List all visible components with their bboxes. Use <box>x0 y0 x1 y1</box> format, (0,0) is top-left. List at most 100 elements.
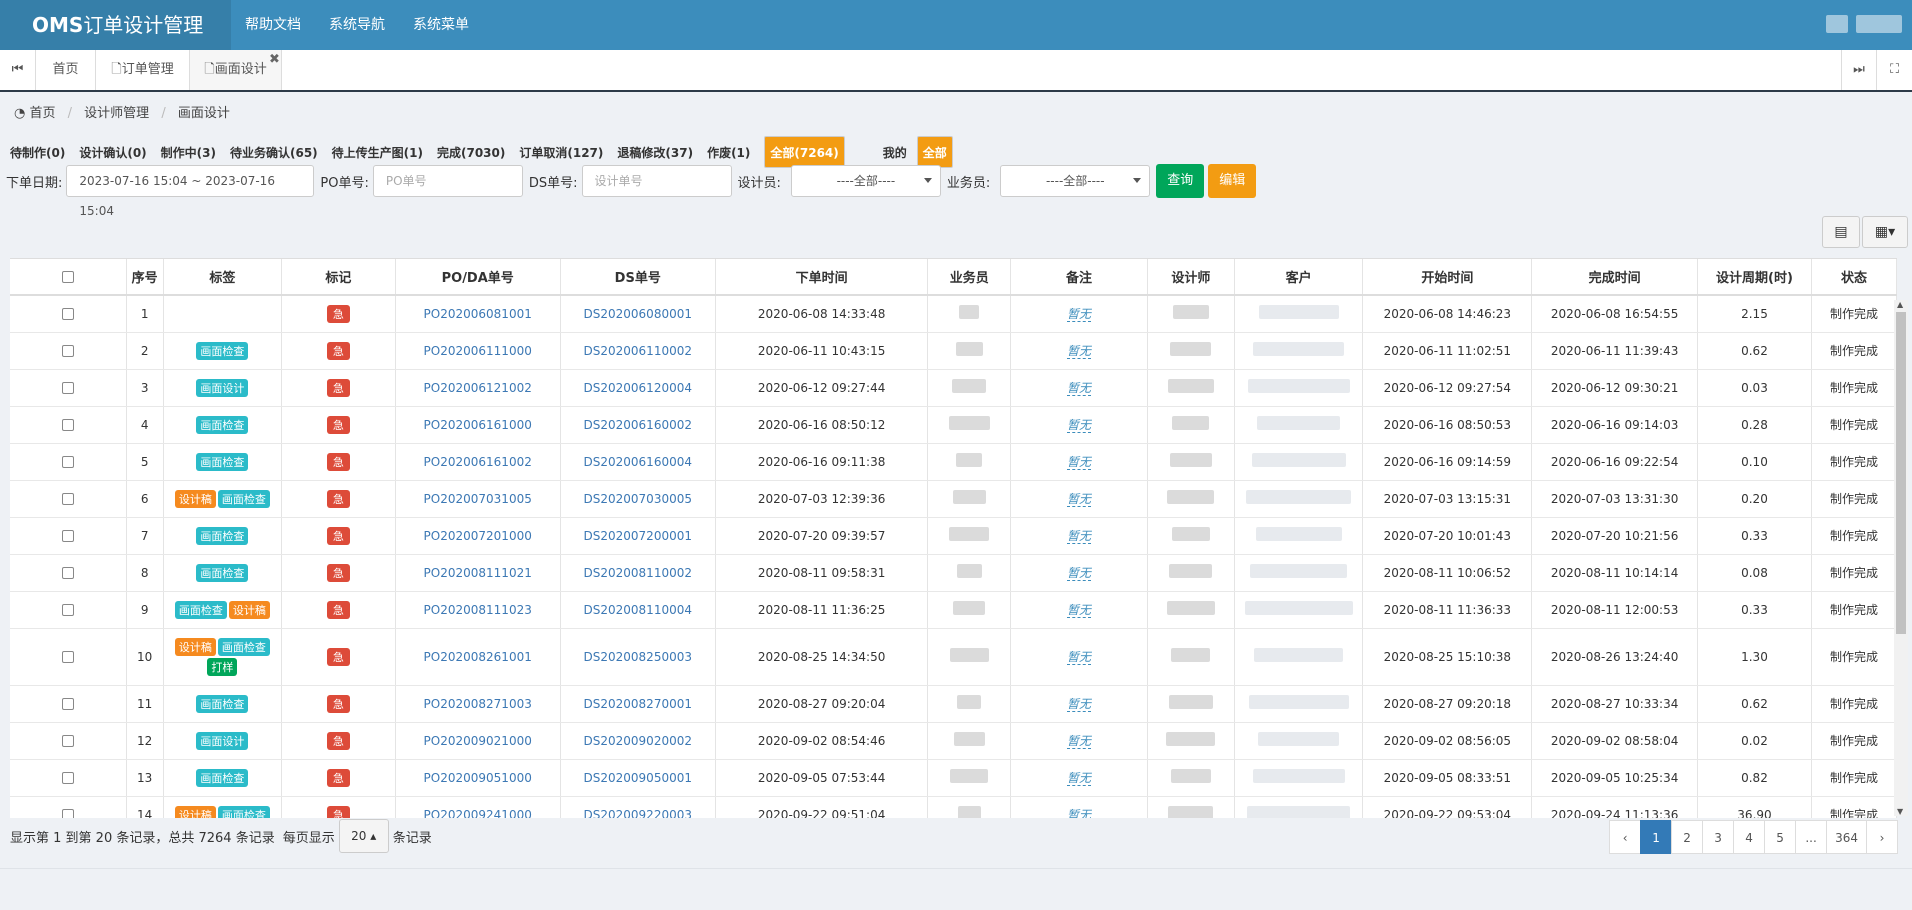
col-header[interactable]: 下单时间 <box>715 259 929 296</box>
po-link[interactable]: PO202008271003 <box>424 697 532 711</box>
list-view-icon[interactable]: ▤ <box>1822 216 1860 248</box>
page-prev[interactable]: ‹ <box>1609 820 1642 854</box>
tab-home[interactable]: 首页 <box>36 50 96 90</box>
note-link[interactable]: 暂无 <box>1067 344 1092 359</box>
ds-link[interactable]: DS202006080001 <box>584 307 692 321</box>
po-link[interactable]: PO202009241000 <box>424 808 532 819</box>
ds-link[interactable]: DS202009050001 <box>584 771 692 785</box>
tab-scroll-left-icon[interactable]: ⏮ <box>0 50 36 90</box>
nav-system-navigation[interactable]: 系统导航 <box>315 0 399 50</box>
row-select-cell[interactable] <box>10 295 127 333</box>
filter-pending-make[interactable]: 待制作(0) <box>10 144 65 161</box>
po-link[interactable]: PO202006161000 <box>424 418 532 432</box>
table-row[interactable]: 2 画面检查 急 PO202006111000 DS202006110002 2020-0… <box>10 332 1897 370</box>
designer-select[interactable]: ----全部---- <box>790 165 941 197</box>
row-checkbox[interactable] <box>61 493 74 505</box>
filter-design-confirm[interactable]: 设计确认(0) <box>79 144 146 161</box>
po-link[interactable]: PO202009021000 <box>424 734 532 748</box>
note-link[interactable]: 暂无 <box>1067 603 1092 618</box>
row-select-cell[interactable] <box>10 480 127 518</box>
scrollbar-thumb[interactable] <box>1896 312 1906 634</box>
ds-link[interactable]: DS202006110002 <box>584 344 692 358</box>
row-select-cell[interactable] <box>10 406 127 444</box>
note-link[interactable]: 暂无 <box>1067 771 1092 786</box>
row-checkbox[interactable] <box>61 308 74 321</box>
ds-link[interactable]: DS202006120004 <box>584 381 692 395</box>
ds-link[interactable]: DS202008110002 <box>584 566 692 580</box>
user-name[interactable] <box>1856 15 1902 33</box>
col-header[interactable]: 标记 <box>281 259 396 296</box>
note-link[interactable]: 暂无 <box>1067 455 1092 470</box>
table-row[interactable]: 5 画面检查 急 PO202006161002 DS202006160004 2020-0… <box>10 443 1897 481</box>
page-4[interactable]: 4 <box>1733 820 1766 854</box>
breadcrumb-home[interactable]: 首页 <box>29 106 55 121</box>
row-checkbox[interactable] <box>61 809 74 818</box>
tab-scroll-right-icon[interactable]: ⏭ <box>1841 50 1877 90</box>
note-link[interactable]: 暂无 <box>1067 529 1092 544</box>
row-select-cell[interactable] <box>10 685 127 723</box>
po-link[interactable]: PO202007201000 <box>424 529 532 543</box>
row-select-cell[interactable] <box>10 591 127 629</box>
sales-select[interactable]: ----全部---- <box>1000 165 1151 197</box>
po-link[interactable]: PO202007031005 <box>424 492 532 506</box>
page-last[interactable]: 364 <box>1826 820 1867 854</box>
table-row[interactable]: 7 画面检查 急 PO202007201000 DS202007200001 2020-0… <box>10 517 1897 555</box>
table-row[interactable]: 13 画面检查 急 PO202009051000 DS202009050001 2020-… <box>10 759 1897 797</box>
filter-await-sales-confirm[interactable]: 待业务确认(65) <box>230 144 318 161</box>
col-header[interactable]: 设计师 <box>1147 259 1235 296</box>
table-row[interactable]: 1 急 PO202006081001 DS202006080001 2020-06-08… <box>10 295 1897 333</box>
filter-await-upload[interactable]: 待上传生产图(1) <box>332 144 423 161</box>
po-link[interactable]: PO202006111000 <box>424 344 532 358</box>
filter-in-progress[interactable]: 制作中(3) <box>161 144 216 161</box>
col-header[interactable]: 业务员 <box>927 259 1012 296</box>
note-link[interactable]: 暂无 <box>1067 697 1092 712</box>
query-button[interactable]: 查询 <box>1156 164 1205 198</box>
filter-cancelled[interactable]: 订单取消(127) <box>519 144 603 161</box>
ds-link[interactable]: DS202009220003 <box>584 808 692 819</box>
edit-button[interactable]: 编辑 <box>1208 164 1257 198</box>
note-link[interactable]: 暂无 <box>1067 650 1092 665</box>
page-2[interactable]: 2 <box>1671 820 1704 854</box>
row-select-cell[interactable] <box>10 628 127 686</box>
ds-link[interactable]: DS202009020002 <box>584 734 692 748</box>
page-size-dropdown[interactable]: 20 ▴ <box>338 819 389 853</box>
table-row[interactable]: 14 设计稿 画面检查急 PO202009241000 DS202009220003 20… <box>10 796 1897 818</box>
user-avatar[interactable] <box>1826 15 1848 33</box>
page-next[interactable]: › <box>1866 820 1898 854</box>
col-header[interactable]: 设计周期(时) <box>1697 259 1812 296</box>
row-select-cell[interactable] <box>10 443 127 481</box>
col-header[interactable]: 序号 <box>126 259 164 296</box>
ds-link[interactable]: DS202006160004 <box>584 455 692 469</box>
page-1[interactable]: 1 <box>1640 820 1673 854</box>
row-checkbox[interactable] <box>61 772 74 784</box>
col-header[interactable]: 状态 <box>1811 259 1897 296</box>
ds-link[interactable]: DS202008110004 <box>584 603 692 617</box>
row-select-cell[interactable] <box>10 796 127 818</box>
col-header[interactable]: PO/DA单号 <box>395 259 561 296</box>
table-row[interactable]: 4 画面检查 急 PO202006161000 DS202006160002 2020-0… <box>10 406 1897 444</box>
note-link[interactable]: 暂无 <box>1067 307 1092 323</box>
row-checkbox[interactable] <box>61 698 74 710</box>
filter-void[interactable]: 作废(1) <box>707 144 750 161</box>
ds-link[interactable]: DS202007200001 <box>584 529 692 543</box>
row-checkbox[interactable] <box>61 567 74 579</box>
brand-logo[interactable]: OMS订单设计管理 <box>0 0 231 50</box>
col-header[interactable]: 标签 <box>163 259 282 296</box>
scroll-down-icon[interactable]: ▼ <box>1897 807 1903 816</box>
po-link[interactable]: PO202006121002 <box>424 381 532 395</box>
scroll-up-icon[interactable]: ▲ <box>1897 300 1903 309</box>
note-link[interactable]: 暂无 <box>1067 418 1092 433</box>
row-checkbox[interactable] <box>61 604 74 616</box>
ds-input[interactable]: 设计单号 <box>581 165 732 197</box>
note-link[interactable]: 暂无 <box>1067 734 1092 749</box>
ds-link[interactable]: DS202006160002 <box>584 418 692 432</box>
table-scrollbar[interactable]: ▲ ▼ <box>1894 300 1908 816</box>
breadcrumb-designer-mgmt[interactable]: 设计师管理 <box>84 106 149 121</box>
col-header[interactable]: DS单号 <box>560 259 716 296</box>
row-select-cell[interactable] <box>10 332 127 370</box>
po-input[interactable]: PO单号 <box>372 165 523 197</box>
col-header[interactable]: 客户 <box>1234 259 1364 296</box>
col-header[interactable]: 完成时间 <box>1531 259 1698 296</box>
row-checkbox[interactable] <box>61 382 74 394</box>
page-3[interactable]: 3 <box>1702 820 1735 854</box>
